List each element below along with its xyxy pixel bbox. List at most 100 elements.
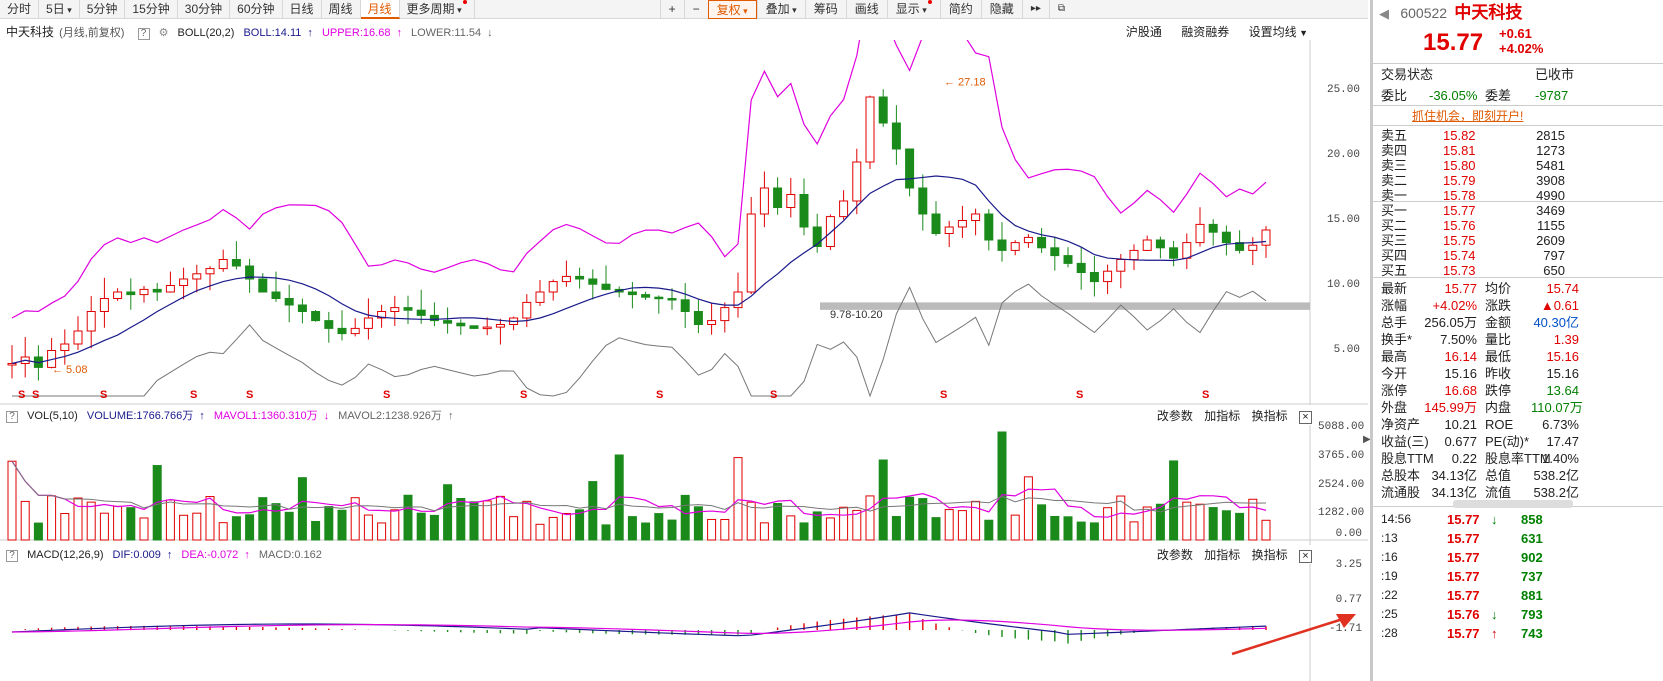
volume-bar [680,494,690,541]
tab-period-6[interactable]: 日线 [283,0,322,19]
macd-add-indicator-button[interactable]: 加指标 [1204,548,1240,562]
candle-body [297,304,307,312]
macd-edit-params-button[interactable]: 改参数 [1157,548,1193,562]
indicator-title[interactable]: BOLL(20,2) [178,27,235,39]
stat-value: 15.16 [1546,366,1579,381]
panel-scrollbar[interactable] [1453,500,1573,508]
tab-period-1[interactable]: 5日 ▾ [39,0,80,19]
help-icon[interactable]: ? [137,28,150,40]
down-arrow-icon: ↓ [487,27,493,39]
candle-body [984,213,994,241]
candle-body [891,122,901,150]
volume-bar [60,513,70,541]
level-label: 卖三 [1381,158,1408,173]
candlestick-chart[interactable]: ← 27.18← 5.089.78-10.20S S S S S S S S S S S S [0,40,1368,405]
stat-label: 昨收 [1485,366,1512,381]
popout-icon[interactable]: ⧉ [1048,0,1073,19]
bid-row[interactable]: 买一 15.77 3469 [1381,203,1663,218]
tab-label: 30分钟 [184,2,223,16]
level-label: 卖四 [1381,143,1408,158]
candle-body [152,288,162,293]
collapse-handle[interactable]: ▶ [1363,430,1371,450]
tab-period-5[interactable]: 60分钟 [230,0,283,19]
tab-period-8[interactable]: 月线 [360,0,400,19]
ask-row[interactable]: 卖四 15.81 1273 [1381,143,1663,158]
tab-period-2[interactable]: 5分钟 [80,0,126,19]
mavol1-line [11,460,1267,518]
volume-bar [390,509,400,541]
volume-bar [337,509,347,541]
low-price-label: ← 5.08 [52,364,87,376]
chart-tool-3[interactable]: 叠加 ▾ [756,0,805,19]
candle-body [865,96,875,163]
margin-trading-button[interactable]: 融资融券 [1181,25,1229,39]
chart-tool-2[interactable]: 复权 ▾ [707,0,757,19]
bid-row[interactable]: 买四 15.74 797 [1381,248,1663,263]
volume-bar [891,515,901,541]
close-icon[interactable]: × [1299,411,1312,424]
tab-period-9[interactable]: 更多周期 ▾ [400,0,475,19]
dea-value: -0.072 [207,549,239,561]
settings-icon[interactable]: ⚙ [159,27,169,39]
macd-switch-indicator-button[interactable]: 换指标 [1252,548,1288,562]
volume-bar [271,503,281,541]
ask-row[interactable]: 卖二 15.79 3908 [1381,173,1663,188]
chart-area[interactable]: 中天科技 (月线,前复权) ? ⚙ BOLL(20,2) BOLL:14.11 ↑… [0,20,1368,681]
hk-connect-button[interactable]: 沪股通 [1126,25,1162,39]
chart-tool-5[interactable]: 画线 [845,0,887,19]
level-volume: 650 [1543,263,1565,278]
divider [1373,125,1663,126]
tab-period-0[interactable]: 分时 [0,0,40,19]
candle-body [1076,262,1086,273]
chart-tool-1[interactable]: − [683,0,708,19]
help-icon[interactable]: ? [6,411,18,423]
macd-title[interactable]: MACD(12,26,9) [27,549,103,561]
tab-period-3[interactable]: 15分钟 [125,0,178,19]
macd-value: 0.162 [294,549,322,561]
tab-period-7[interactable]: 周线 [322,0,361,19]
vol-y-label: 3765.00 [1318,450,1365,462]
bid-row[interactable]: 买三 15.75 2609 [1381,233,1663,248]
level-price: 15.76 [1443,218,1476,233]
bid-row[interactable]: 买五 15.73 650 [1381,263,1663,278]
chart-tool-7[interactable]: 简约 [939,0,981,19]
chart-tool-0[interactable]: + [659,0,684,19]
bid-row[interactable]: 买二 15.76 1155 [1381,218,1663,233]
vol-edit-params-button[interactable]: 改参数 [1157,409,1193,423]
level-label: 买五 [1381,263,1408,278]
chart-tool-8[interactable]: 隐藏 [980,0,1022,19]
volume-bar [495,495,505,541]
play-icon[interactable]: ▸▸ [1021,0,1049,19]
vol-title[interactable]: VOL(5,10) [27,410,78,422]
stat-value: 16.68 [1444,383,1477,398]
candle-body [1037,236,1047,249]
candle-body [1089,272,1099,283]
help-icon[interactable]: ? [6,550,18,562]
chart-tool-4[interactable]: 筹码 [804,0,846,19]
level-label: 卖二 [1381,173,1408,188]
candle-body [390,307,400,313]
level-volume: 1155 [1537,218,1565,233]
ma-settings-button[interactable]: 设置均线 ▼ [1249,25,1308,39]
vol-switch-indicator-button[interactable]: 换指标 [1252,409,1288,423]
prev-stock-icon[interactable]: ◀ [1379,6,1389,21]
tab-period-4[interactable]: 30分钟 [178,0,231,19]
volume-bar [641,522,651,541]
ask-row[interactable]: 卖三 15.80 5481 [1381,158,1663,173]
chart-tool-label: 画线 [854,2,879,16]
candle-body [403,307,413,311]
level-volume: 797 [1543,248,1565,263]
vol-add-indicator-button[interactable]: 加指标 [1204,409,1240,423]
boll-lower-line [12,283,1267,398]
level-price: 15.77 [1443,203,1476,218]
volume-bar [1208,507,1218,541]
open-account-link[interactable]: 抓住机会，即刻开户! [1412,107,1523,124]
ask-row[interactable]: 卖五 15.82 2815 [1381,128,1663,143]
volume-chart[interactable] [0,425,1368,545]
candle-body [86,311,96,332]
close-icon[interactable]: × [1299,550,1312,563]
chart-tool-6[interactable]: 显示 ▾ [886,0,940,19]
tick-time: 14:56 [1381,512,1412,526]
vol-y-label: 2524.00 [1318,479,1365,491]
macd-chart[interactable] [0,564,1368,681]
